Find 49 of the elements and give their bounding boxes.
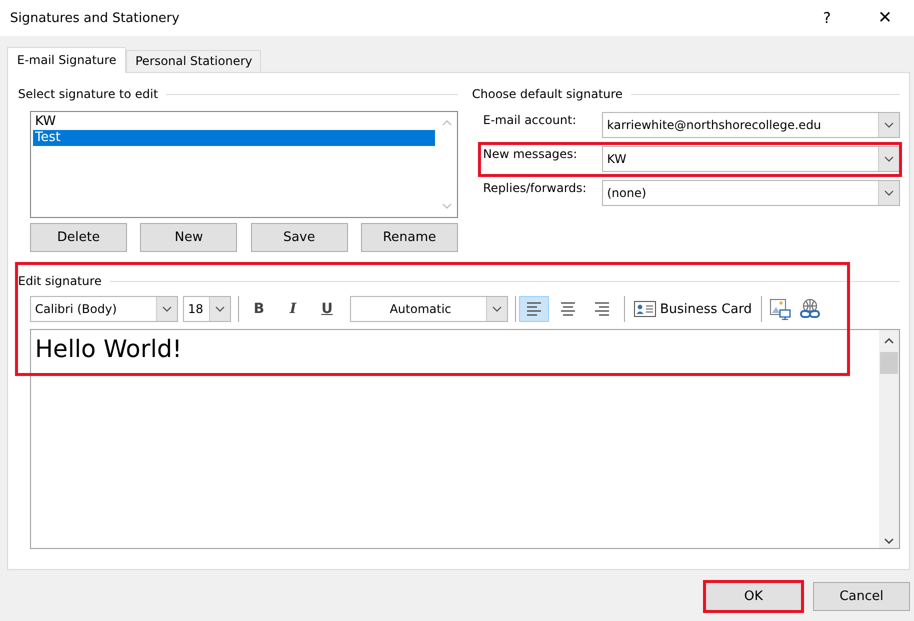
- dropdown[interactable]: KW: [602, 146, 900, 172]
- globe-link-icon: [798, 298, 821, 320]
- close-button[interactable]: ✕: [856, 8, 914, 28]
- list-item[interactable]: Test: [33, 130, 435, 146]
- tab[interactable]: E-mail Signature: [7, 47, 126, 73]
- caret-icon: [884, 122, 894, 128]
- help-button[interactable]: ?: [798, 9, 856, 27]
- action-button[interactable]: Save: [250, 223, 348, 252]
- caret-icon: [162, 306, 172, 312]
- signature-text: Hello World!: [34, 334, 183, 365]
- list-item[interactable]: KW: [33, 114, 435, 130]
- action-button[interactable]: Delete: [30, 223, 127, 252]
- dropdown[interactable]: 18: [183, 296, 231, 322]
- action-button[interactable]: New: [140, 223, 238, 252]
- align-center-icon: [559, 300, 577, 318]
- bold-button[interactable]: B: [242, 301, 276, 317]
- caret-icon: [492, 306, 502, 312]
- section-label: Choose default signature: [472, 87, 623, 101]
- scroll-down-icon: [442, 203, 452, 209]
- italic-button[interactable]: I: [276, 301, 310, 317]
- dropdown[interactable]: (none): [602, 180, 900, 206]
- tab[interactable]: Personal Stationery: [126, 50, 262, 72]
- dropdown[interactable]: Automatic: [350, 296, 508, 322]
- window-title: Signatures and Stationery: [10, 10, 180, 26]
- caret-icon: [215, 306, 225, 312]
- section-label: Select signature to edit: [18, 87, 158, 101]
- align-left-button[interactable]: [519, 296, 549, 322]
- scroll-down-icon: [884, 538, 894, 544]
- align-right-icon: [593, 300, 611, 318]
- scroll-up-icon: [442, 120, 452, 126]
- business-card-button[interactable]: Business Card: [628, 296, 758, 322]
- caret-icon: [884, 156, 894, 162]
- scroll-up-icon: [884, 338, 894, 344]
- align-left-icon: [525, 300, 543, 318]
- dropdown[interactable]: karriewhite@northshorecollege.edu: [602, 112, 900, 138]
- dialog-button[interactable]: OK: [705, 582, 802, 611]
- field-label: Replies/forwards:: [483, 180, 588, 195]
- scroll-thumb[interactable]: [880, 352, 898, 374]
- caret-icon: [884, 190, 894, 196]
- contact-card-icon: [634, 301, 656, 317]
- section-label: Edit signature: [18, 274, 102, 288]
- field-label: E-mail account:: [483, 112, 578, 127]
- dialog-button[interactable]: Cancel: [813, 582, 910, 611]
- signature-editor[interactable]: Hello World!: [30, 329, 900, 549]
- underline-button[interactable]: U: [310, 301, 344, 317]
- picture-monitor-icon: [768, 298, 791, 320]
- action-button[interactable]: Rename: [360, 223, 458, 252]
- field-label: New messages:: [483, 146, 578, 161]
- dropdown[interactable]: Calibri (Body): [30, 296, 178, 322]
